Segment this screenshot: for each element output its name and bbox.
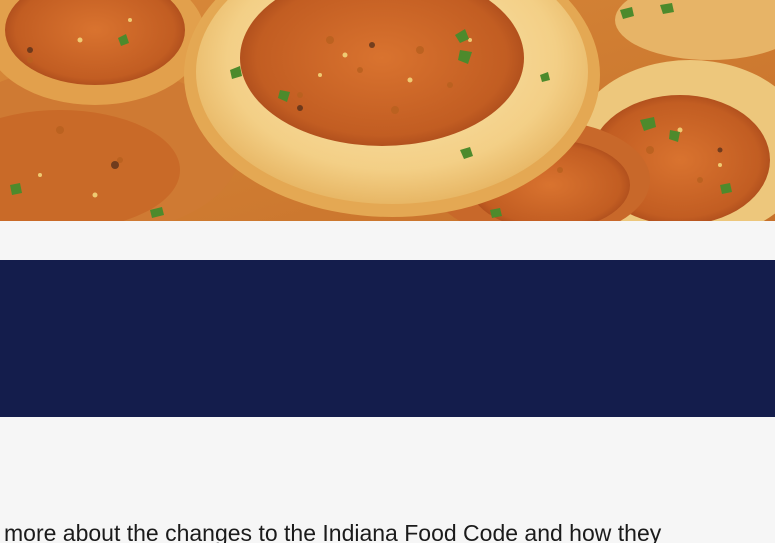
potato-chips-photo (0, 0, 775, 221)
ad-banner[interactable] (0, 260, 775, 417)
article-text: more about the changes to the Indiana Fo… (4, 520, 662, 543)
page: more about the changes to the Indiana Fo… (0, 0, 775, 543)
hero-image (0, 0, 775, 221)
